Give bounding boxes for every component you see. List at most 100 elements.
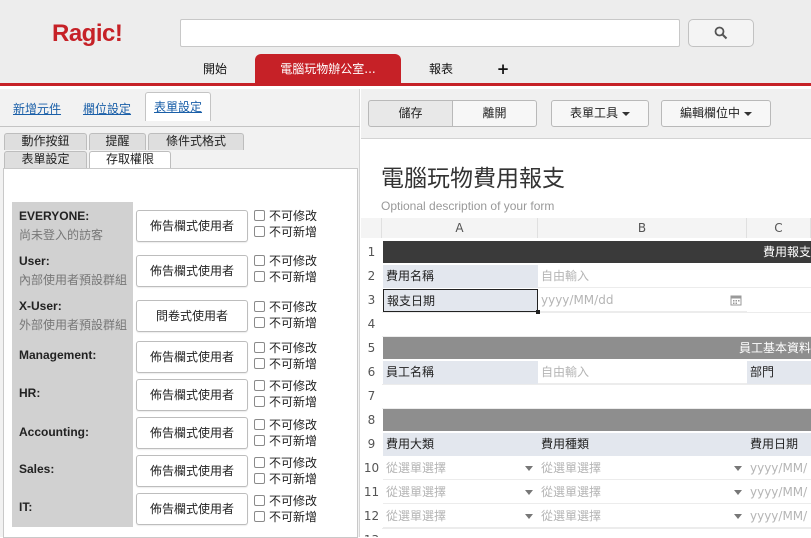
chevron-down-icon [525, 466, 533, 471]
row-number: 1 [367, 245, 376, 259]
row-number: 11 [363, 485, 380, 499]
group-desc-user: 內部使用者預設群組 [19, 273, 128, 287]
select-expense-type[interactable]: 從選單選擇 [538, 505, 747, 528]
tab-office[interactable]: 電腦玩物辦公室... [255, 54, 401, 84]
checkbox-icon [254, 379, 265, 391]
checkbox-readonly-management[interactable]: 不可修改 [254, 340, 317, 355]
select-expense-category[interactable]: 從選單選擇 [383, 505, 538, 528]
permission-select-hr[interactable]: 佈告欄式使用者 [136, 379, 248, 411]
group-desc-everyone: 尚未登入的訪客 [19, 228, 104, 242]
top-bar: Ragic! 開始 電腦玩物辦公室... 報表 + [0, 0, 811, 86]
form-title[interactable]: 電腦玩物費用報支 [381, 159, 565, 193]
group-name-user: User: [19, 254, 50, 268]
checkbox-noadd-user[interactable]: 不可新增 [254, 269, 317, 284]
select-expense-category[interactable]: 從選單選擇 [383, 457, 538, 480]
checkbox-readonly-hr[interactable]: 不可修改 [254, 378, 317, 393]
select-expense-category[interactable]: 從選單選擇 [383, 481, 538, 504]
tab-reports[interactable]: 報表 [416, 54, 466, 84]
edit-field-button[interactable]: 編輯欄位中 [661, 100, 771, 127]
input-expense-date[interactable]: yyyy/MM/ [747, 505, 811, 528]
row-number: 9 [367, 437, 376, 451]
section-header-expense[interactable]: 費用報支 [383, 241, 811, 263]
form-tools-button[interactable]: 表單工具 [551, 100, 649, 127]
permission-select-it[interactable]: 佈告欄式使用者 [136, 493, 248, 525]
select-expense-type[interactable]: 從選單選擇 [538, 457, 747, 480]
calendar-icon[interactable] [730, 294, 742, 306]
section-header-expense-detail[interactable] [383, 409, 811, 431]
group-name-xuser: X-User: [19, 299, 62, 313]
checkbox-icon [254, 254, 265, 266]
checkbox-noadd-everyone[interactable]: 不可新增 [254, 224, 317, 239]
cell-resize-handle[interactable] [536, 310, 540, 314]
search-button[interactable] [688, 19, 754, 47]
column-header-b[interactable]: B [538, 218, 747, 238]
chevron-down-icon [622, 111, 630, 116]
checkbox-icon [254, 209, 265, 221]
save-button[interactable]: 儲存 [368, 100, 453, 127]
checkbox-readonly-xuser[interactable]: 不可修改 [254, 299, 317, 314]
permission-select-accounting[interactable]: 佈告欄式使用者 [136, 417, 248, 449]
input-expense-date[interactable]: yyyy/MM/ [747, 481, 811, 504]
subtab-conditional-format[interactable]: 條件式格式 [148, 133, 244, 150]
column-header-a[interactable]: A [382, 218, 538, 238]
permission-select-xuser[interactable]: 問卷式使用者 [136, 300, 248, 332]
row-number: 13 [361, 528, 382, 537]
group-name-accounting: Accounting: [19, 425, 89, 439]
field-label-expense-name[interactable]: 費用名稱 [383, 265, 538, 288]
checkbox-noadd-sales[interactable]: 不可新增 [254, 471, 317, 486]
checkbox-readonly-accounting[interactable]: 不可修改 [254, 417, 317, 432]
form-editor: 儲存 離開 表單工具 編輯欄位中 電腦玩物費用報支 Optional descr… [361, 89, 811, 537]
input-expense-date[interactable]: yyyy/MM/ [747, 457, 811, 480]
select-expense-type[interactable]: 從選單選擇 [538, 481, 747, 504]
checkbox-noadd-accounting[interactable]: 不可新增 [254, 433, 317, 448]
checkbox-icon [254, 225, 265, 237]
editor-toolbar: 儲存 離開 表單工具 編輯欄位中 [361, 89, 811, 139]
search-input[interactable] [180, 19, 680, 47]
column-header-c[interactable]: C [747, 218, 811, 238]
section-header-employee[interactable]: 員工基本資料 [383, 337, 811, 359]
form-grid: A B C 1 2 3 4 5 6 7 8 9 10 11 12 13 費用報支… [361, 218, 811, 537]
row-number: 2 [367, 269, 376, 283]
add-tab-button[interactable]: + [488, 54, 518, 84]
field-input-report-date[interactable]: yyyy/MM/dd [538, 289, 747, 312]
field-label-expense-type[interactable]: 費用種類 [538, 433, 747, 456]
permission-select-everyone[interactable]: 佈告欄式使用者 [136, 210, 248, 242]
checkbox-icon [254, 434, 265, 446]
subtab-access-rights[interactable]: 存取權限 [89, 151, 171, 169]
checkbox-noadd-management[interactable]: 不可新增 [254, 356, 317, 371]
checkbox-readonly-it[interactable]: 不可修改 [254, 493, 317, 508]
permission-select-user[interactable]: 佈告欄式使用者 [136, 255, 248, 287]
subtab-form-settings[interactable]: 表單設定 [4, 151, 87, 168]
checkbox-readonly-user[interactable]: 不可修改 [254, 253, 317, 268]
row-number: 7 [367, 389, 376, 403]
field-input-employee-name[interactable]: 自由輸入 [538, 361, 747, 384]
subtab-reminders[interactable]: 提醒 [89, 133, 146, 150]
checkbox-noadd-hr[interactable]: 不可新增 [254, 394, 317, 409]
checkbox-readonly-everyone[interactable]: 不可修改 [254, 208, 317, 223]
chevron-down-icon [525, 490, 533, 495]
link-form-settings[interactable]: 表單設定 [145, 92, 212, 121]
field-label-employee-name[interactable]: 員工名稱 [383, 361, 538, 384]
checkbox-readonly-sales[interactable]: 不可修改 [254, 455, 317, 470]
field-label-report-date[interactable]: 報支日期 [383, 289, 538, 312]
app-logo[interactable]: Ragic! [52, 20, 123, 48]
checkbox-icon [254, 357, 265, 369]
tab-start[interactable]: 開始 [190, 54, 240, 84]
field-label-department[interactable]: 部門 [747, 361, 811, 384]
checkbox-icon [254, 510, 265, 522]
subtab-action-buttons[interactable]: 動作按鈕 [4, 133, 87, 150]
row-line [382, 528, 811, 529]
checkbox-noadd-xuser[interactable]: 不可新增 [254, 315, 317, 330]
field-input-expense-name[interactable]: 自由輸入 [538, 265, 811, 288]
permission-select-management[interactable]: 佈告欄式使用者 [136, 341, 248, 373]
checkbox-icon [254, 472, 265, 484]
form-description[interactable]: Optional description of your form [381, 199, 554, 213]
link-add-component[interactable]: 新增元件 [13, 100, 61, 117]
checkbox-noadd-it[interactable]: 不可新增 [254, 509, 317, 524]
link-field-settings[interactable]: 欄位設定 [83, 100, 131, 117]
group-name-it: IT: [19, 500, 33, 514]
field-label-expense-category[interactable]: 費用大類 [383, 433, 538, 456]
leave-button[interactable]: 離開 [452, 100, 537, 127]
field-label-expense-date[interactable]: 費用日期 [747, 433, 811, 456]
permission-select-sales[interactable]: 佈告欄式使用者 [136, 455, 248, 487]
